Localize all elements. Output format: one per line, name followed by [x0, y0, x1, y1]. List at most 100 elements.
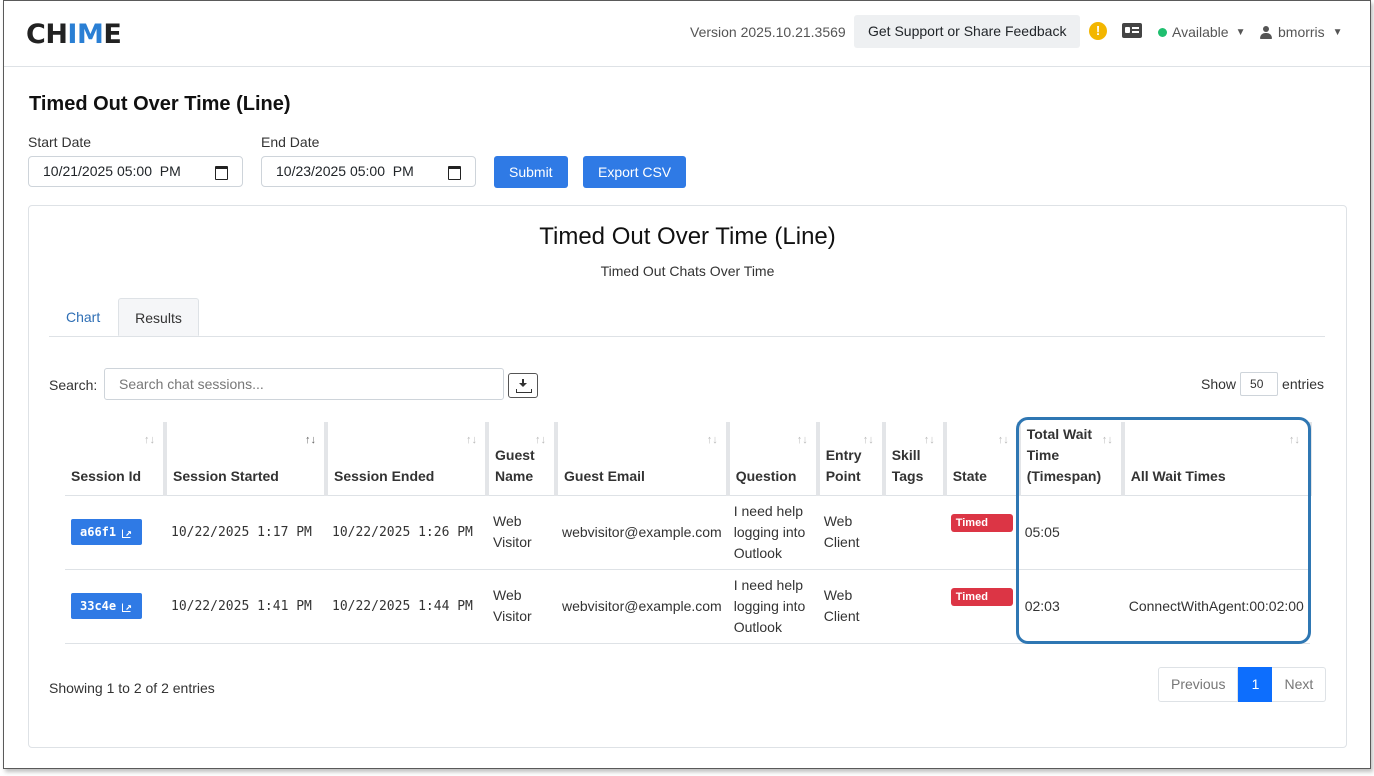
entries-label: entries: [1282, 376, 1325, 392]
column-label: Guest Name: [495, 446, 535, 484]
sort-icon: ↑↓: [144, 434, 155, 446]
app-window: CHIME Version 2025.10.21.3569 Get Suppor…: [3, 0, 1371, 769]
col-session-ended[interactable]: ↑↓ Session Ended: [326, 422, 489, 496]
col-all-wait-times[interactable]: ↑↓ All Wait Times: [1122, 422, 1312, 496]
cell-total-wait-time: 02:03: [1018, 569, 1123, 644]
download-tray-icon: [516, 389, 532, 393]
cell-entry-point: Web Client: [817, 569, 884, 644]
column-label: Session Started: [173, 467, 279, 484]
cell-total-wait-time: 05:05: [1018, 495, 1123, 570]
status-badge: Timed Out: [950, 588, 1013, 621]
calendar-icon[interactable]: [448, 166, 461, 180]
col-session-started[interactable]: ↑↓ Session Started: [165, 422, 328, 496]
end-date-label: End Date: [261, 134, 320, 150]
search-label: Search:: [49, 377, 98, 393]
report-subtitle: Timed Out Chats Over Time: [600, 263, 775, 279]
support-feedback-button[interactable]: Get Support or Share Feedback: [854, 15, 1081, 48]
cell-guest-email: webvisitor@example.com: [556, 569, 728, 644]
chevron-down-icon: ▼: [1332, 26, 1343, 38]
next-page-button[interactable]: Next: [1272, 667, 1327, 702]
column-label: Total Wait Time (Timespan): [1026, 425, 1102, 484]
sort-icon: ↑↓: [997, 434, 1009, 446]
start-date-label: Start Date: [28, 134, 92, 150]
col-session-id[interactable]: ↑↓ Session Id: [65, 422, 167, 496]
sort-icon: ↑↓: [862, 434, 874, 446]
session-link-button[interactable]: 33c4e: [71, 593, 143, 619]
logo-text: CH: [26, 19, 68, 50]
cell-question: I need help logging into Outlook: [727, 569, 818, 644]
col-question[interactable]: ↑↓ Question: [727, 422, 820, 496]
submit-button[interactable]: Submit: [494, 156, 568, 188]
report-title: Timed Out Over Time (Line): [539, 223, 836, 250]
page-title: Timed Out Over Time (Line): [29, 93, 291, 115]
cell-session-ended: 10/22/2025 1:44 PM: [326, 569, 487, 644]
cell-question: I need help logging into Outlook: [727, 495, 818, 570]
alert-icon[interactable]: !: [1089, 22, 1107, 40]
user-menu-dropdown[interactable]: bmorris ▼: [1260, 24, 1343, 40]
availability-dropdown[interactable]: Available ▼: [1158, 24, 1245, 40]
table-row: 33c4e 10/22/2025 1:41 PM 10/22/2025 1:44…: [65, 569, 1310, 644]
column-label: Entry Point: [825, 446, 862, 484]
col-skill-tags[interactable]: ↑↓ Skill Tags: [883, 422, 947, 496]
chime-logo[interactable]: CHIME: [26, 19, 122, 50]
chevron-down-icon: ▼: [1235, 26, 1246, 38]
previous-page-button[interactable]: Previous: [1158, 667, 1239, 702]
col-total-wait-time[interactable]: ↑↓ Total Wait Time (Timespan): [1018, 422, 1125, 496]
start-date-input[interactable]: 10/21/2025 05:00 PM: [28, 156, 243, 187]
col-guest-email[interactable]: ↑↓ Guest Email: [556, 422, 730, 496]
sort-icon: ↑↓: [1288, 434, 1300, 446]
report-card: Timed Out Over Time (Line) Timed Out Cha…: [28, 205, 1347, 748]
tab-chart[interactable]: Chart: [49, 298, 117, 336]
start-date-value: 10/21/2025 05:00 PM: [43, 163, 181, 179]
report-tabs: Chart Results: [49, 298, 1325, 337]
username-label: bmorris: [1278, 24, 1325, 40]
pagination: Previous 1 Next: [1158, 667, 1327, 702]
col-guest-name[interactable]: ↑↓ Guest Name: [487, 422, 558, 496]
column-label: Session Id: [71, 467, 142, 484]
top-navbar: CHIME Version 2025.10.21.3569 Get Suppor…: [4, 1, 1370, 67]
sort-icon: ↑↓: [923, 434, 935, 446]
cell-guest-email: webvisitor@example.com: [556, 495, 728, 570]
cell-all-wait-times: [1122, 495, 1310, 570]
search-input[interactable]: Search chat sessions...: [104, 368, 504, 400]
sort-icon: ↑↓: [1101, 434, 1113, 446]
sort-asc-icon: ↑↓: [305, 434, 316, 446]
column-label: All Wait Times: [1130, 467, 1226, 484]
status-badge: Timed Out: [950, 514, 1013, 547]
session-link-button[interactable]: a66f1: [71, 519, 143, 545]
id-card-icon[interactable]: [1122, 23, 1142, 38]
cell-all-wait-times: ConnectWithAgent:00:02:00: [1122, 569, 1310, 644]
page-1-button[interactable]: 1: [1238, 667, 1273, 702]
cell-skill-tags: [883, 569, 945, 644]
logo-text-highlight: IM: [67, 19, 104, 50]
table-header-row: ↑↓ Session Id ↑↓ Session Started ↑↓ Session…: [65, 422, 1312, 496]
external-link-icon: [122, 522, 133, 543]
version-label: Version 2025.10.21.3569: [690, 24, 846, 40]
col-entry-point[interactable]: ↑↓ Entry Point: [817, 422, 886, 496]
page-length-select[interactable]: 50: [1240, 372, 1279, 396]
calendar-icon[interactable]: [215, 166, 228, 180]
external-link-icon: [122, 596, 133, 617]
end-date-value: 10/23/2025 05:00 PM: [276, 163, 414, 179]
download-button[interactable]: [508, 373, 538, 398]
column-label: Session Ended: [334, 467, 435, 484]
column-label: Question: [735, 467, 797, 484]
cell-guest-name: Web Visitor: [487, 569, 556, 644]
cell-state: Timed Out: [944, 569, 1019, 644]
table-row: a66f1 10/22/2025 1:17 PM 10/22/2025 1:26…: [65, 495, 1310, 570]
cell-session-started: 10/22/2025 1:17 PM: [165, 495, 326, 570]
cell-session-started: 10/22/2025 1:41 PM: [165, 569, 326, 644]
show-label: Show: [1201, 376, 1237, 392]
tab-results[interactable]: Results: [118, 298, 199, 336]
cell-guest-name: Web Visitor: [487, 495, 556, 570]
end-date-input[interactable]: 10/23/2025 05:00 PM: [261, 156, 476, 187]
logo-text-end: E: [103, 19, 122, 50]
col-state[interactable]: ↑↓ State: [944, 422, 1021, 496]
export-csv-button[interactable]: Export CSV: [583, 156, 687, 188]
column-label: State: [952, 467, 987, 484]
sort-icon: ↑↓: [535, 434, 546, 446]
cell-entry-point: Web Client: [817, 495, 884, 570]
user-icon: [1260, 25, 1272, 39]
availability-label: Available: [1172, 24, 1229, 40]
results-table: ↑↓ Session Id ↑↓ Session Started ↑↓ Session…: [65, 422, 1312, 644]
